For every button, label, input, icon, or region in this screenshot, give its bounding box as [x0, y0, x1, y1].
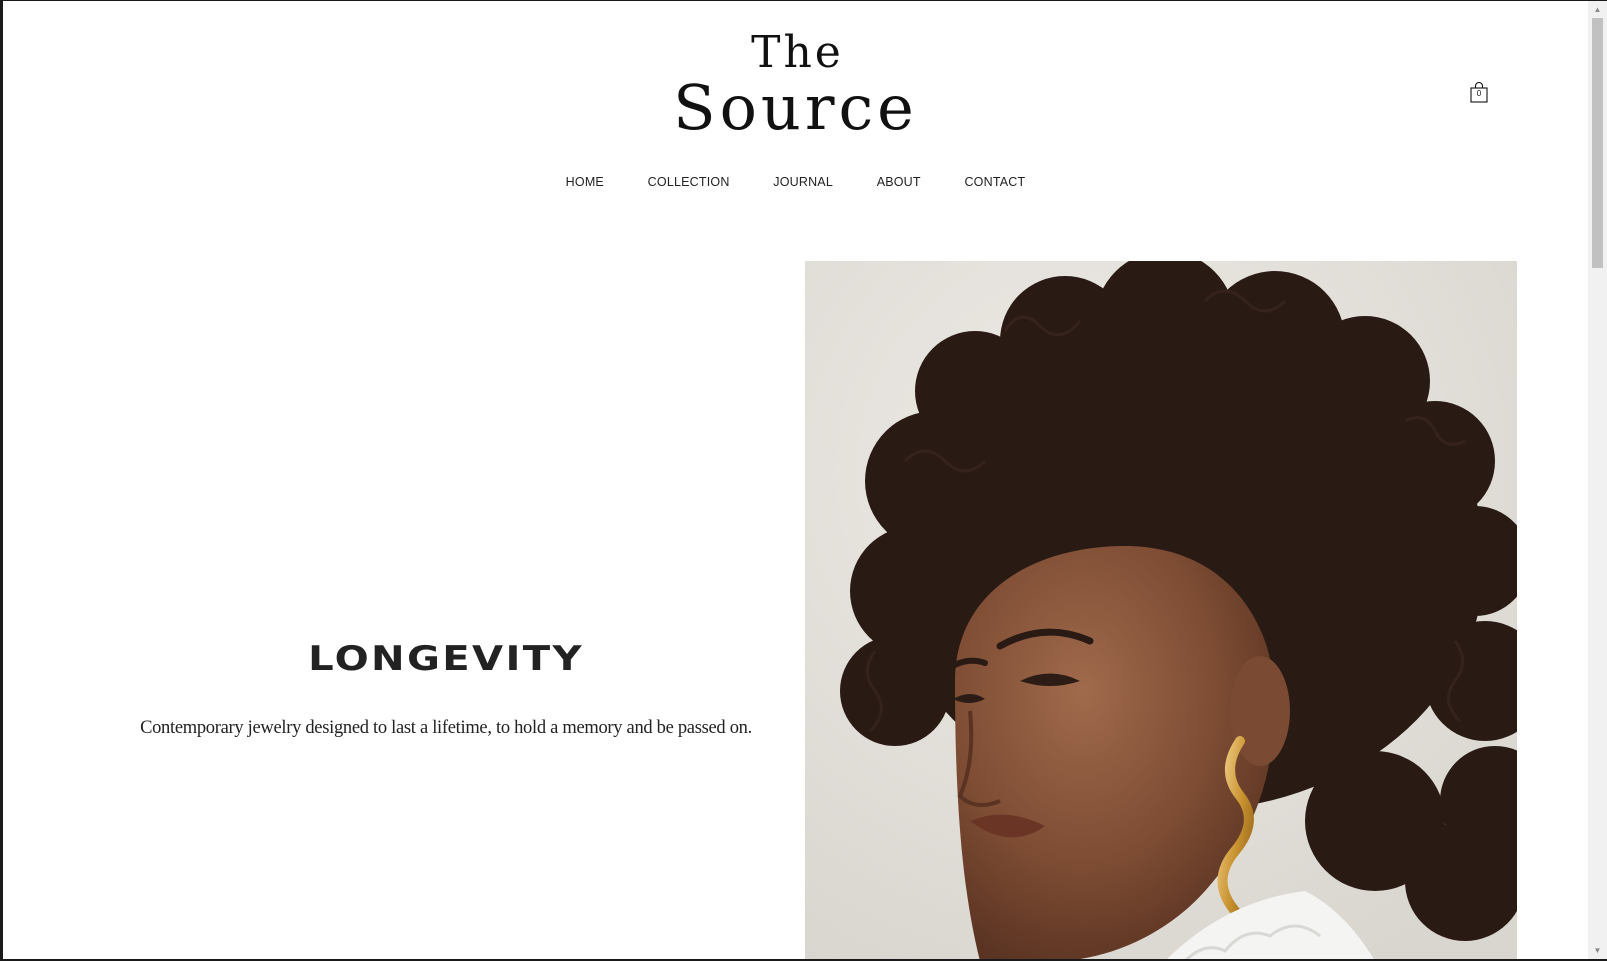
page: The Source 0 HOME COLLECTION JOURNAL ABO…: [3, 1, 1588, 959]
portrait-illustration: [805, 261, 1517, 959]
cart-button[interactable]: 0: [1469, 81, 1489, 105]
site-logo[interactable]: The Source: [3, 31, 1588, 141]
hero-image: [805, 261, 1517, 959]
nav-about[interactable]: ABOUT: [877, 175, 921, 189]
nav-collection[interactable]: COLLECTION: [648, 175, 730, 189]
scroll-up-arrow-icon[interactable]: ▲: [1588, 1, 1607, 18]
nav-contact[interactable]: CONTACT: [964, 175, 1025, 189]
hero-headline: LONGEVITY: [308, 639, 584, 679]
hero-subtext: Contemporary jewelry designed to last a …: [140, 718, 752, 738]
nav-journal[interactable]: JOURNAL: [773, 175, 833, 189]
nav-home[interactable]: HOME: [566, 175, 604, 189]
cart-count: 0: [1476, 89, 1482, 98]
logo-line-1: The: [751, 27, 844, 78]
logo-line-2: Source: [673, 71, 918, 144]
main-nav: HOME COLLECTION JOURNAL ABOUT CONTACT: [3, 175, 1588, 189]
vertical-scrollbar[interactable]: ▲ ▼: [1588, 1, 1607, 959]
browser-viewport: The Source 0 HOME COLLECTION JOURNAL ABO…: [3, 1, 1607, 959]
scrollbar-thumb[interactable]: [1592, 18, 1603, 268]
scroll-down-arrow-icon[interactable]: ▼: [1588, 942, 1607, 959]
